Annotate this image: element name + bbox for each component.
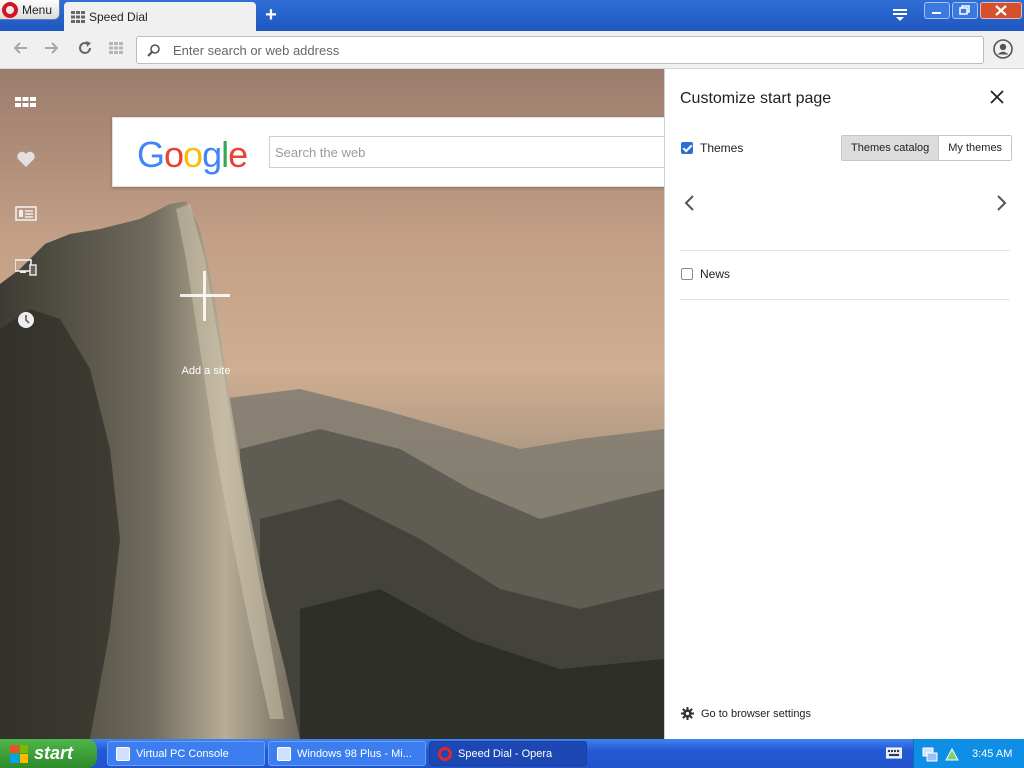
forward-button[interactable] (41, 40, 61, 60)
divider (680, 299, 1010, 300)
themes-label: Themes (700, 141, 744, 155)
speed-dial-sidebar (0, 69, 50, 739)
opera-icon (438, 746, 452, 761)
plus-icon-vertical (203, 271, 206, 321)
minimize-button[interactable] (924, 2, 950, 19)
chevron-left-icon[interactable] (682, 193, 696, 213)
new-tab-button[interactable]: + (262, 5, 280, 25)
divider (680, 250, 1010, 251)
opera-menu-button[interactable]: Menu (0, 0, 60, 20)
heart-icon[interactable] (15, 149, 37, 169)
network-icon[interactable] (922, 746, 938, 762)
synced-tabs-icon[interactable] (15, 257, 37, 277)
tab-title: Speed Dial (89, 9, 148, 24)
taskbar-item-virtual-pc-console[interactable]: Virtual PC Console (107, 741, 265, 766)
speed-dial-button[interactable] (106, 40, 126, 60)
address-input[interactable] (173, 37, 973, 63)
go-to-browser-settings-link[interactable]: Go to browser settings (681, 707, 811, 720)
themes-segmented-control: Themes catalog My themes (841, 135, 1013, 161)
back-button[interactable] (11, 40, 31, 60)
virtual-pc-icon (116, 746, 130, 761)
task-label: Virtual PC Console (136, 747, 229, 760)
address-bar-row (0, 31, 1024, 69)
clock: 3:45 AM (972, 747, 1013, 760)
windows-taskbar: start Virtual PC Console Windows 98 Plus… (0, 739, 1024, 768)
minimize-icon (932, 12, 941, 14)
taskbar-item-windows-98[interactable]: Windows 98 Plus - Mi... (268, 741, 426, 766)
system-tray: 3:45 AM (913, 739, 1024, 768)
start-label: start (34, 743, 74, 763)
google-logo: Google (137, 134, 248, 175)
history-clock-icon[interactable] (15, 310, 37, 330)
start-button[interactable]: start (0, 739, 97, 768)
address-field[interactable] (136, 36, 984, 64)
customize-start-page-panel: Customize start page Themes Themes catal… (664, 69, 1024, 739)
keyboard-icon[interactable] (886, 746, 902, 760)
add-site-label: Add a site (181, 365, 231, 377)
google-search-box: Google (112, 117, 664, 187)
windows-logo-icon (10, 744, 28, 763)
themes-catalog-tab[interactable]: Themes catalog (842, 136, 940, 160)
tab-speed-dial[interactable]: Speed Dial (64, 2, 256, 31)
tab-menu-icon[interactable] (890, 7, 910, 23)
account-icon[interactable] (993, 39, 1013, 59)
task-label: Speed Dial - Opera (458, 747, 553, 760)
menu-label: Menu (22, 2, 53, 17)
browser-titlebar: Menu Speed Dial + (0, 0, 1024, 31)
news-checkbox[interactable] (681, 268, 693, 280)
add-site-tile[interactable]: Add a site (168, 265, 244, 385)
themes-checkbox[interactable] (681, 142, 693, 154)
grid-icon (109, 42, 123, 54)
chevron-right-icon[interactable] (995, 193, 1009, 213)
speed-dial-icon[interactable] (15, 93, 37, 113)
speed-dial-page: Google Add a site (0, 69, 664, 739)
window-close-button[interactable] (980, 2, 1022, 19)
taskbar-item-opera[interactable]: Speed Dial - Opera (429, 741, 587, 766)
search-icon (147, 44, 160, 57)
task-label: Windows 98 Plus - Mi... (297, 747, 412, 760)
forward-arrow-icon (45, 42, 59, 54)
close-icon (995, 5, 1007, 16)
themes-checkbox-row[interactable]: Themes (681, 141, 743, 155)
news-label: News (700, 267, 731, 281)
gear-icon (681, 707, 694, 720)
my-themes-tab[interactable]: My themes (939, 136, 1011, 160)
settings-link-label: Go to browser settings (701, 707, 812, 720)
opera-logo-icon (2, 1, 18, 18)
safely-remove-icon[interactable] (944, 746, 960, 762)
panel-close-icon[interactable] (987, 87, 1007, 107)
search-the-web-input[interactable] (269, 136, 664, 168)
speed-dial-grid-icon (71, 10, 85, 23)
reload-button[interactable] (75, 40, 95, 60)
restore-button[interactable] (952, 2, 978, 19)
panel-title: Customize start page (680, 90, 832, 107)
virtual-pc-icon (277, 746, 291, 761)
reload-icon (79, 41, 91, 54)
news-icon[interactable] (15, 203, 37, 223)
news-checkbox-row[interactable]: News (681, 267, 730, 281)
restore-icon (959, 5, 970, 15)
back-arrow-icon (13, 42, 27, 54)
